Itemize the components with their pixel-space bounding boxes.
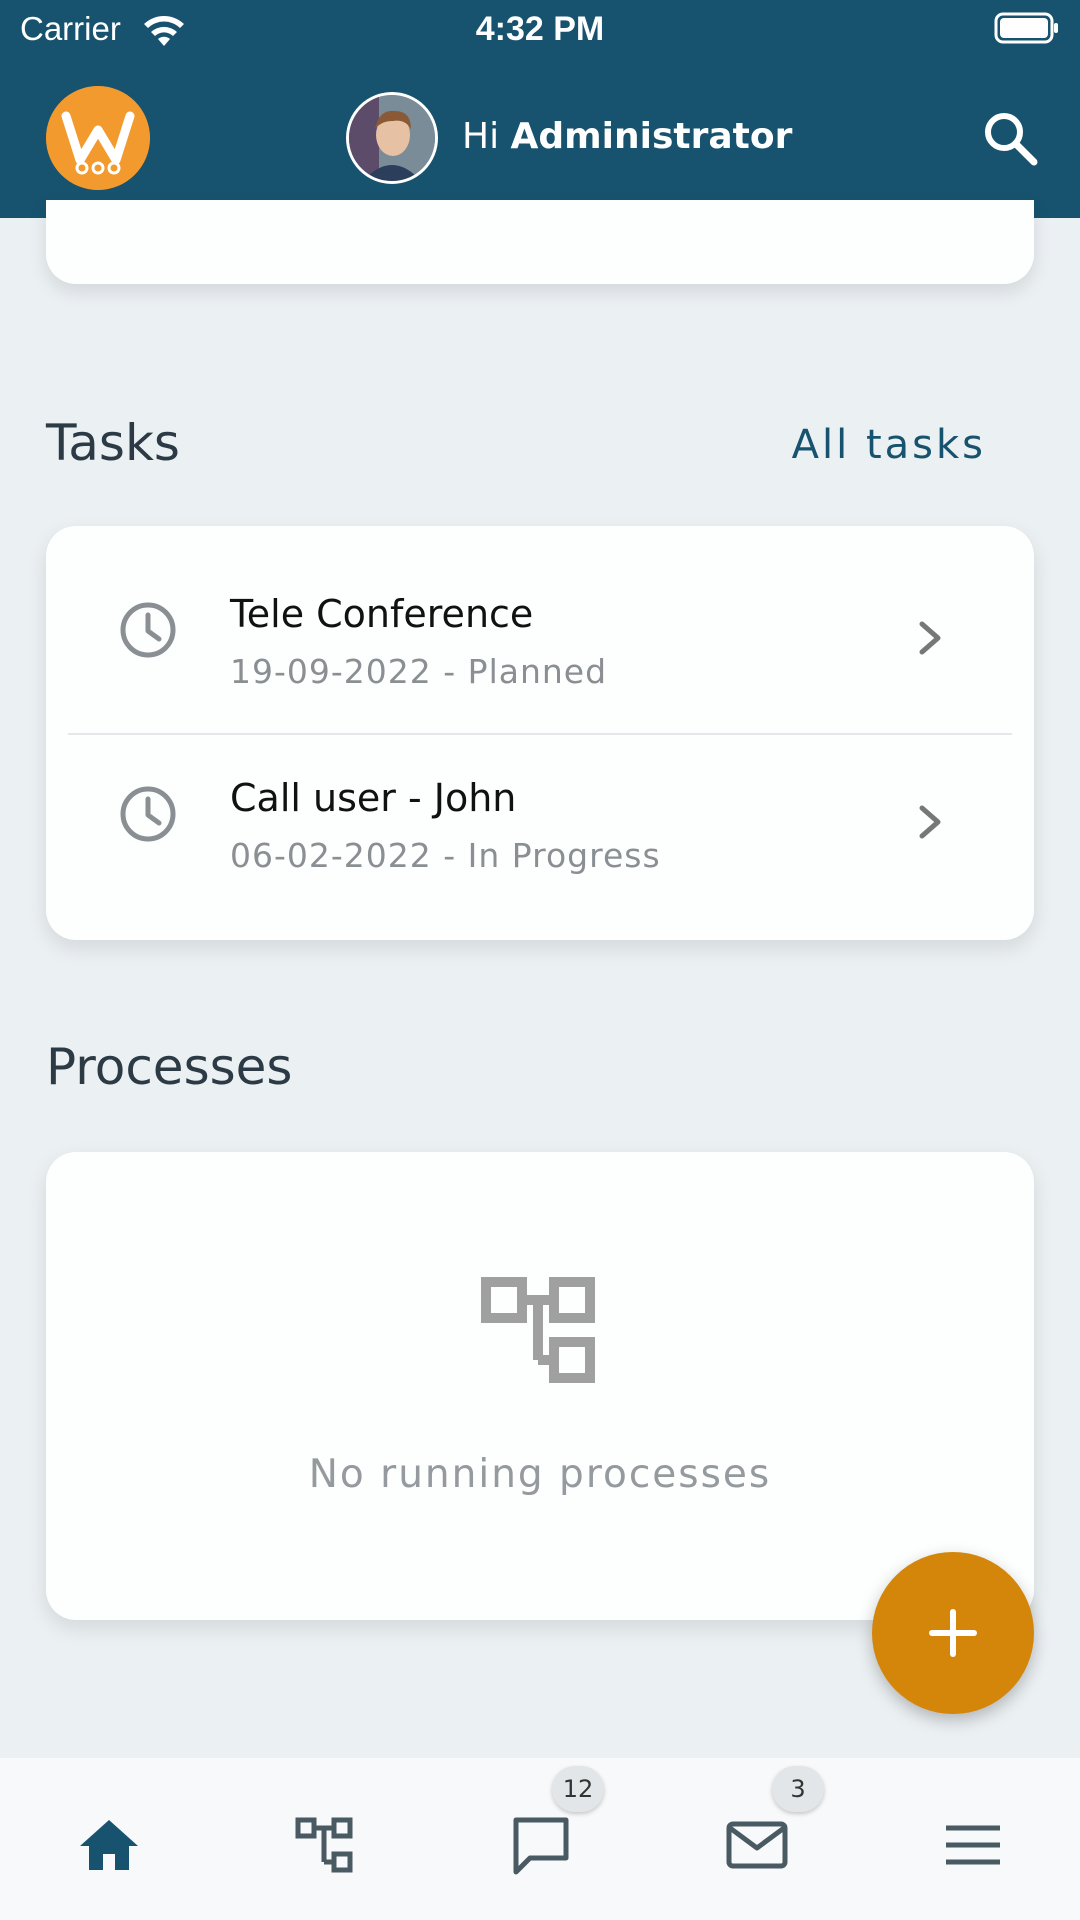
status-time: 4:32 PM	[475, 10, 605, 48]
status-bar: Carrier 4:32 PM	[0, 0, 1080, 60]
screen: Carrier 4:32 PM Hi Administrator Tasks A…	[0, 0, 1080, 1920]
bottom-nav: 12 3	[0, 1758, 1080, 1920]
process-tree-icon	[295, 1817, 353, 1873]
mail-icon	[726, 1821, 788, 1869]
user-name: Administrator	[510, 116, 793, 157]
avatar-photo-icon	[349, 95, 435, 181]
empty-processes-text: No running processes	[308, 1452, 772, 1497]
chevron-right-icon	[919, 805, 941, 839]
chevron-right-icon	[919, 621, 941, 655]
battery-icon	[994, 12, 1058, 44]
task-title: Call user - John	[230, 776, 517, 820]
nav-chat[interactable]: 12	[506, 1766, 604, 1880]
tasks-title: Tasks	[46, 414, 180, 472]
clock-icon	[120, 602, 176, 658]
process-tree-icon	[481, 1277, 595, 1383]
task-title: Tele Conference	[230, 592, 534, 636]
all-tasks-link[interactable]: All tasks	[792, 422, 986, 468]
clock-icon	[120, 786, 176, 842]
home-icon	[80, 1820, 138, 1870]
menu-icon	[946, 1825, 1000, 1865]
logo-mark-icon	[46, 86, 150, 190]
task-subtitle: 06-02-2022 - In Progress	[230, 836, 661, 875]
nav-menu[interactable]	[938, 1810, 1008, 1880]
search-icon[interactable]	[980, 108, 1040, 168]
greeting-prefix: Hi	[462, 116, 500, 157]
app-logo[interactable]	[46, 86, 150, 190]
task-item[interactable]: Tele Conference 19-09-2022 - Planned	[46, 526, 1034, 710]
nav-home[interactable]	[74, 1810, 144, 1880]
mail-badge: 3	[772, 1766, 824, 1812]
nav-mail[interactable]: 3	[722, 1766, 824, 1880]
chat-badge: 12	[552, 1766, 604, 1812]
nav-processes[interactable]	[290, 1810, 360, 1880]
tasks-card: Tele Conference 19-09-2022 - Planned Cal…	[46, 526, 1034, 940]
app-header: Carrier 4:32 PM Hi Administrator	[0, 0, 1080, 218]
add-button[interactable]	[872, 1552, 1034, 1714]
greeting: Hi Administrator	[462, 116, 792, 157]
task-subtitle: 19-09-2022 - Planned	[230, 652, 608, 691]
user-avatar[interactable]	[346, 92, 438, 184]
previous-card	[46, 200, 1034, 284]
chat-icon	[513, 1817, 569, 1875]
plus-icon	[929, 1609, 977, 1657]
processes-card: No running processes	[46, 1152, 1034, 1620]
task-item[interactable]: Call user - John 06-02-2022 - In Progres…	[46, 710, 1034, 894]
processes-title: Processes	[46, 1038, 293, 1096]
